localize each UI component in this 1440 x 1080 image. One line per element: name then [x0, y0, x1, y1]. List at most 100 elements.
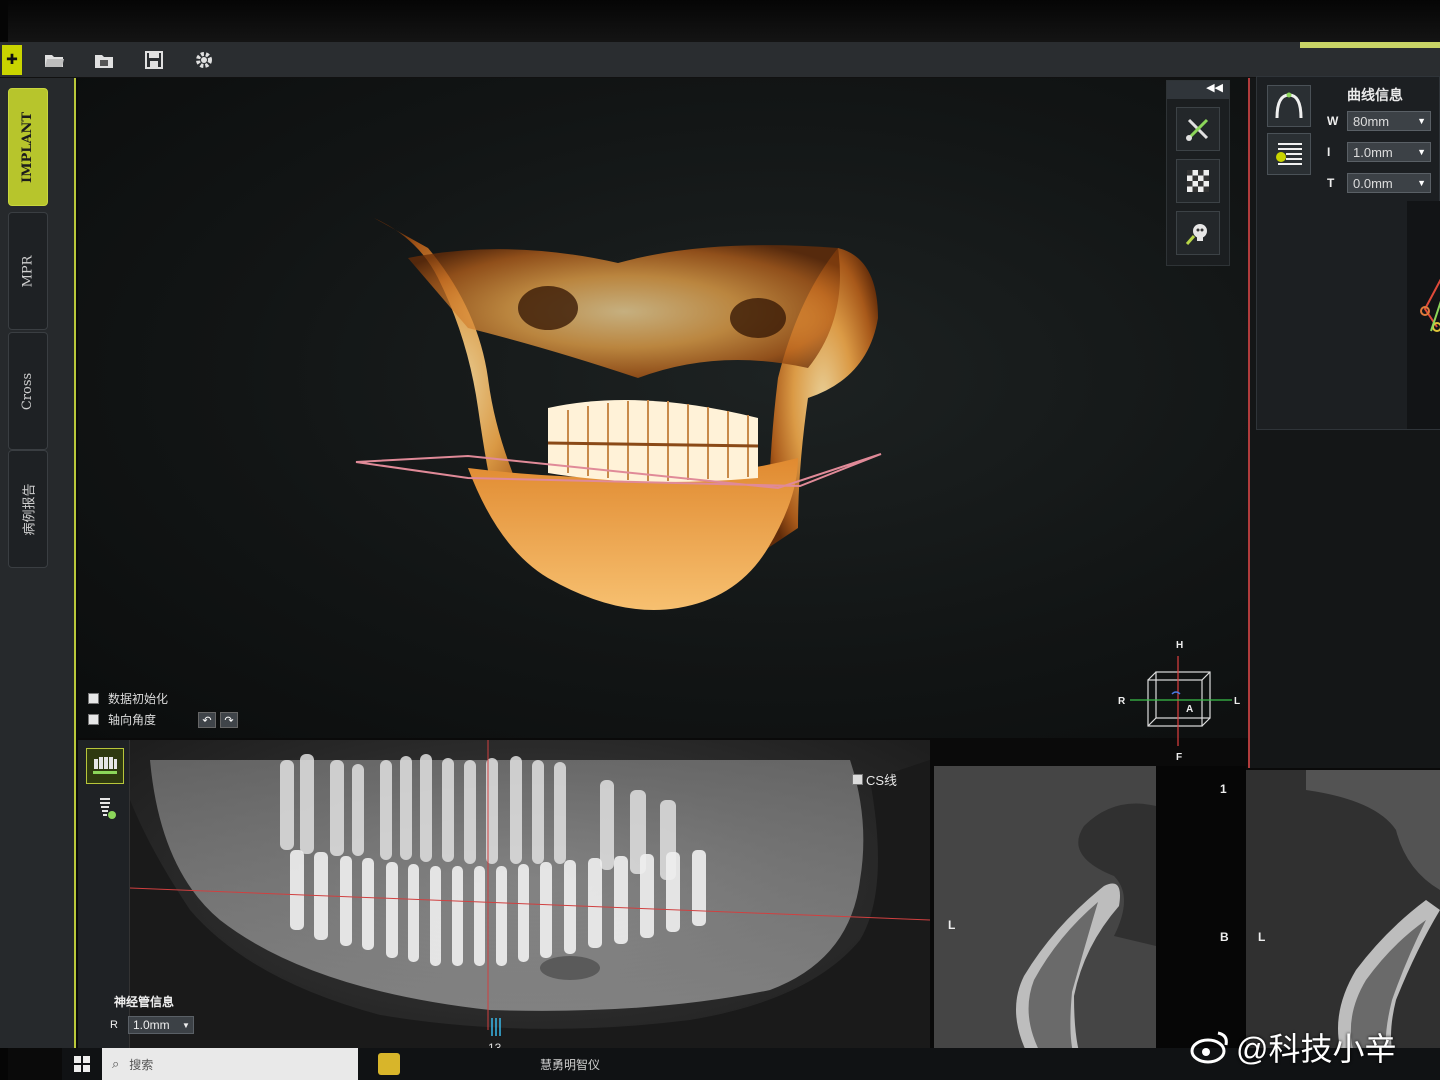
tab-cross[interactable]: Cross: [8, 332, 48, 450]
cross-section-divider: 1 B: [1156, 766, 1246, 1066]
skull-brush-tool-button[interactable]: [1176, 211, 1220, 255]
cross2-left-label: L: [1258, 930, 1266, 944]
cut-tool-button[interactable]: [1176, 107, 1220, 151]
curve-interval-row: I 1.0mm ▼: [1327, 142, 1431, 162]
import-folder-button[interactable]: [86, 45, 122, 75]
curve-thickness-label: T: [1327, 176, 1335, 190]
orient-top-label: H: [1176, 640, 1183, 651]
orientation-cube[interactable]: H F R L A: [1114, 636, 1248, 762]
curve-info-panel: 曲线信息 W 80mm ▼ I 1.0mm ▼ T 0.0mm ▼: [1256, 76, 1440, 430]
skull-3d-render: [355, 218, 882, 610]
cross-section-image-2: [1246, 770, 1440, 1066]
panoramic-view[interactable]: [130, 740, 930, 1048]
search-icon: ⌕: [112, 1056, 120, 1071]
open-folder-icon: [45, 54, 64, 67]
data-init-option[interactable]: 数据初始化: [88, 690, 168, 707]
scissors-icon: [1186, 118, 1209, 141]
watermark-text: @科技小辛: [1236, 1031, 1397, 1067]
view-tool-panel: ◀◀: [1166, 80, 1230, 266]
app-logo-icon[interactable]: ✚: [2, 44, 22, 75]
arch-curve-icon: [1275, 92, 1303, 119]
cross-section-number: 1: [1220, 782, 1227, 796]
curve-thickness-select[interactable]: 0.0mm ▼: [1347, 173, 1431, 193]
orient-left-label: R: [1118, 696, 1126, 707]
axis-angle-option[interactable]: 轴向角度: [88, 711, 156, 728]
search-placeholder: 搜索: [129, 1057, 154, 1072]
cs-line-checkbox[interactable]: [852, 774, 863, 785]
settings-gear-icon: [196, 51, 212, 68]
cs-line-label: CS线: [866, 773, 898, 788]
nerve-canal-title: 神经管信息: [114, 995, 175, 1009]
open-folder-button[interactable]: [36, 45, 72, 75]
curve-interval-value: 1.0mm: [1353, 144, 1393, 160]
save-icon: [145, 50, 163, 69]
dropdown-arrow-icon: ▼: [1417, 116, 1426, 126]
import-folder-icon: [95, 54, 113, 68]
transparency-tool-button[interactable]: [1176, 159, 1220, 203]
curve-thickness-row: T 0.0mm ▼: [1327, 173, 1431, 193]
curve-width-value: 80mm: [1353, 113, 1390, 129]
settings-button[interactable]: [186, 45, 222, 75]
axis-angle-label: 轴向角度: [108, 713, 157, 727]
data-init-checkbox[interactable]: [88, 693, 99, 704]
cross-left-label: L: [948, 918, 956, 932]
curve-info-title: 曲线信息: [1347, 87, 1403, 103]
curve-info-button[interactable]: [1267, 133, 1311, 175]
nerve-radius-value: 1.0mm: [132, 1018, 170, 1032]
curve-preview: [1407, 201, 1440, 429]
orient-front-label: A: [1186, 704, 1193, 715]
status-progress-bar: [1300, 42, 1440, 48]
panorama-mode-button[interactable]: [86, 748, 124, 784]
implant-screw-icon: [100, 798, 116, 819]
nerve-radius-select[interactable]: 1.0mm ▼: [127, 1016, 194, 1034]
cs-line-toggle[interactable]: CS线: [852, 770, 897, 789]
tab-label: MPR: [20, 255, 36, 287]
implant-tool-button[interactable]: [86, 790, 124, 826]
taskbar-app-icon[interactable]: [378, 1053, 400, 1075]
checker-icon: [1187, 170, 1209, 192]
windows-start-icon: [74, 1056, 90, 1072]
volume-3d-view[interactable]: [78, 78, 1248, 738]
curve-width-select[interactable]: 80mm ▼: [1347, 111, 1431, 131]
tab-case-report[interactable]: 病例报告: [8, 450, 48, 568]
save-button[interactable]: [136, 45, 172, 75]
data-init-label: 数据初始化: [108, 692, 169, 706]
rotate-right-button[interactable]: ↷: [220, 712, 238, 728]
tab-implant[interactable]: IMPLANT: [8, 88, 48, 206]
orient-right-label: L: [1234, 696, 1240, 707]
main-toolbar: ✚: [0, 42, 1440, 78]
cross-section-view-1[interactable]: L: [934, 766, 1156, 1066]
weibo-logo-icon: [1190, 1031, 1228, 1064]
dropdown-arrow-icon: ▼: [1417, 147, 1426, 157]
curve-interval-select[interactable]: 1.0mm ▼: [1347, 142, 1431, 162]
rotate-left-button[interactable]: ↶: [198, 712, 216, 728]
cross-section-image-1: [934, 766, 1156, 1066]
tab-label: Cross: [20, 372, 36, 410]
taskbar-search-box[interactable]: ⌕ 搜索: [102, 1048, 358, 1080]
tab-mpr[interactable]: MPR: [8, 212, 48, 330]
arch-curve-button[interactable]: [1267, 85, 1311, 127]
info-list-icon: [1276, 143, 1302, 165]
nerve-radius-row: R 1.0mm ▼: [110, 1016, 194, 1034]
mode-sidebar: IMPLANT MPR Cross 病例报告: [0, 78, 76, 1048]
curve-width-label: W: [1327, 114, 1339, 128]
dropdown-arrow-icon: ▼: [182, 1020, 190, 1030]
curve-interval-label: I: [1327, 145, 1331, 159]
skull-brush-icon: [1185, 224, 1207, 245]
orient-bottom-label: F: [1176, 752, 1182, 762]
axis-angle-checkbox[interactable]: [88, 714, 99, 725]
start-button[interactable]: [62, 1056, 102, 1072]
taskbar-window-title[interactable]: 慧勇明智仪: [540, 1056, 600, 1073]
cross-section-view-2[interactable]: L: [1246, 770, 1440, 1066]
tab-label: 病例报告: [22, 482, 38, 536]
collapse-panel-button[interactable]: ◀◀: [1167, 81, 1229, 99]
rotate-buttons: ↶ ↷: [198, 712, 238, 728]
curve-thickness-value: 0.0mm: [1353, 175, 1393, 191]
dropdown-arrow-icon: ▼: [1417, 178, 1426, 188]
dental-arch-icon: [93, 757, 117, 774]
curve-width-row: W 80mm ▼: [1327, 111, 1431, 131]
tab-label: IMPLANT: [20, 111, 36, 183]
monitor-bezel: [0, 0, 1440, 42]
cross-right-label: B: [1220, 930, 1229, 944]
nerve-radius-label: R: [110, 1019, 118, 1031]
